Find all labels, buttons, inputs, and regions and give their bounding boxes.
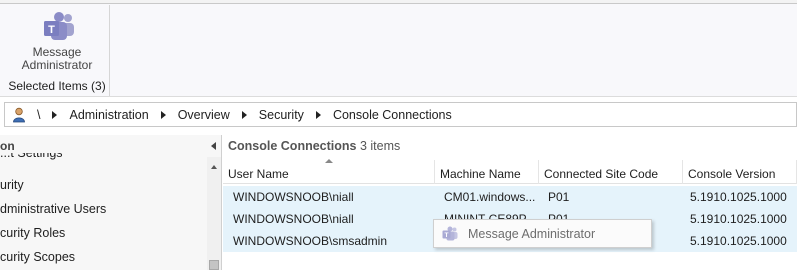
ribbon: T Message Administrator Selected Items (… bbox=[0, 0, 797, 97]
results-title: Console Connections 3 items bbox=[228, 139, 400, 153]
results-title-text: Console Connections bbox=[228, 139, 357, 153]
column-header-label: Console Version bbox=[688, 167, 776, 181]
scroll-up-icon[interactable] bbox=[211, 165, 217, 169]
table-row[interactable]: WINDOWSNOOB\niall CM01.windows... P01 5.… bbox=[223, 186, 797, 208]
nav-item-security-scopes[interactable]: curity Scopes bbox=[0, 250, 75, 264]
chevron-right-icon[interactable] bbox=[52, 110, 58, 119]
navigation-pane: on ...t Settings urity dministrative Use… bbox=[0, 135, 222, 270]
breadcrumb-item-overview[interactable]: Overview bbox=[178, 108, 259, 122]
results-pane: Console Connections 3 items User Name Ma… bbox=[223, 135, 797, 270]
menu-item-label: Message Administrator bbox=[468, 226, 596, 241]
column-headers: User Name Machine Name Connected Site Co… bbox=[223, 159, 797, 184]
cell-user-name: WINDOWSNOOB\niall bbox=[233, 212, 354, 226]
chevron-right-icon[interactable] bbox=[315, 110, 321, 119]
svg-text:T: T bbox=[48, 24, 55, 36]
cell-console-version: 5.1910.1025.1000 bbox=[690, 212, 787, 226]
column-header-label: User Name bbox=[228, 167, 289, 181]
column-header-label: Machine Name bbox=[440, 167, 521, 181]
breadcrumb-label: Security bbox=[258, 107, 304, 122]
cell-console-version: 5.1910.1025.1000 bbox=[690, 190, 787, 204]
column-header-label: Connected Site Code bbox=[544, 167, 659, 181]
breadcrumb-item-administration[interactable]: Administration bbox=[69, 108, 177, 122]
collapse-pane-icon[interactable] bbox=[211, 142, 216, 150]
cell-console-version: 5.1910.1025.1000 bbox=[690, 234, 787, 248]
breadcrumb-label: Administration bbox=[69, 107, 149, 122]
message-administrator-label-1: Message bbox=[32, 45, 82, 59]
breadcrumb-label: Overview bbox=[177, 107, 230, 122]
cell-site-code: P01 bbox=[548, 190, 570, 204]
nav-item-client-settings[interactable]: ...t Settings bbox=[0, 153, 63, 161]
results-count: 3 items bbox=[359, 139, 401, 153]
ribbon-group-caption: Selected Items (3) bbox=[8, 79, 106, 93]
breadcrumb: \ Administration Overview Security Conso… bbox=[4, 102, 797, 127]
message-administrator-button[interactable]: T Message Administrator bbox=[4, 5, 110, 75]
breadcrumb-item-root[interactable]: \ bbox=[37, 108, 69, 122]
chevron-right-icon[interactable] bbox=[241, 110, 247, 119]
teams-icon: T bbox=[44, 12, 74, 40]
message-administrator-menu-item[interactable]: T Message Administrator bbox=[433, 219, 652, 248]
nav-item-security-roles[interactable]: curity Roles bbox=[0, 226, 65, 240]
ribbon-group-selected-items: T Message Administrator Selected Items (… bbox=[4, 5, 110, 96]
nav-item-security[interactable]: urity bbox=[0, 178, 24, 192]
sort-ascending-icon bbox=[325, 159, 333, 163]
user-icon[interactable] bbox=[11, 107, 27, 123]
breadcrumb-item-console-connections[interactable]: Console Connections bbox=[333, 108, 452, 122]
chevron-right-icon[interactable] bbox=[160, 110, 166, 119]
ribbon-top-border bbox=[0, 0, 797, 4]
teams-icon: T bbox=[442, 226, 458, 240]
breadcrumb-item-security[interactable]: Security bbox=[259, 108, 333, 122]
column-header-connected-site-code[interactable]: Connected Site Code bbox=[539, 160, 683, 184]
message-administrator-label-2: Administrator bbox=[21, 58, 93, 72]
cell-user-name: WINDOWSNOOB\niall bbox=[233, 190, 354, 204]
breadcrumb-label: \ bbox=[37, 107, 41, 122]
cell-machine-name: CM01.windows... bbox=[444, 190, 536, 204]
nav-item-administrative-users[interactable]: dministrative Users bbox=[0, 202, 106, 216]
column-header-user-name[interactable]: User Name bbox=[223, 159, 435, 184]
svg-text:T: T bbox=[445, 232, 449, 239]
nav-scrollbar[interactable] bbox=[207, 157, 221, 270]
column-header-console-version[interactable]: Console Version bbox=[683, 160, 797, 184]
cell-user-name: WINDOWSNOOB\smsadmin bbox=[233, 234, 388, 248]
column-header-machine-name[interactable]: Machine Name bbox=[435, 160, 539, 184]
scrollbar-thumb[interactable] bbox=[209, 260, 219, 270]
breadcrumb-label: Console Connections bbox=[332, 107, 452, 122]
